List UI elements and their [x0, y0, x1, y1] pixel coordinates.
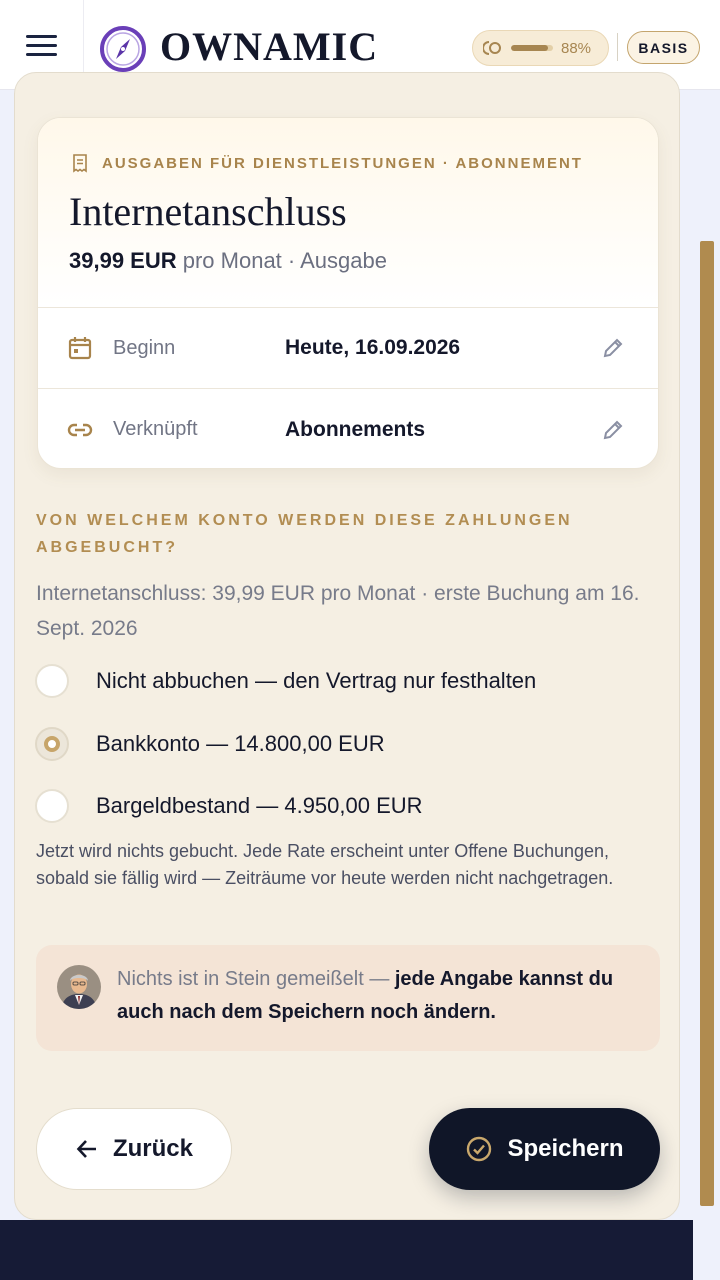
start-date-label: Beginn	[113, 336, 176, 359]
brand-text: OWNAMIC	[160, 23, 379, 69]
account-question-heading: VON WELCHEM KONTO WERDEN DIESE ZAHLUNGEN…	[36, 512, 573, 556]
advisor-tip-text: Nichts ist in Stein gemeißelt — jede Ang…	[117, 963, 637, 1029]
hamburger-menu-icon	[26, 34, 57, 38]
brand-name[interactable]: OWNAMIC	[160, 22, 378, 70]
start-date-row[interactable]: Beginn Heute, 16.09.2026	[38, 308, 658, 389]
arrow-left-icon	[76, 1140, 96, 1158]
option-label: Bankkonto — 14.800,00 EUR	[96, 731, 385, 756]
option-label: Bargeldbestand — 4.950,00 EUR	[96, 793, 423, 818]
advisor-tip: Nichts ist in Stein gemeißelt — jede Ang…	[36, 945, 660, 1051]
receipt-icon	[73, 154, 87, 173]
summary-card: AUSGABEN FÜR DIENSTLEISTUNGEN · ABONNEME…	[37, 117, 659, 469]
radio-button-selected[interactable]	[35, 727, 69, 761]
tip-lead: Nichts ist in Stein gemeißelt —	[117, 968, 395, 990]
amount-value: 39,99 EUR	[69, 248, 177, 273]
linked-label: Verknüpft	[113, 418, 198, 440]
amount-suffix: pro Monat · Ausgabe	[176, 248, 387, 273]
account-question-subtitle: Internetanschluss: 39,99 EUR pro Monat ·…	[36, 582, 640, 640]
header-divider	[617, 33, 618, 61]
compass-logo-icon[interactable]	[99, 25, 147, 73]
summary-card-header: AUSGABEN FÜR DIENSTLEISTUNGEN · ABONNEME…	[38, 118, 658, 308]
advisor-avatar	[57, 965, 101, 1009]
save-button[interactable]: Speichern	[429, 1108, 660, 1190]
radio-button[interactable]	[35, 664, 69, 698]
linked-row[interactable]: Verknüpft Abonnements	[38, 389, 658, 468]
progress-track	[511, 45, 553, 51]
option-no-debit[interactable]: Nicht abbuchen — den Vertrag nur festhal…	[35, 661, 655, 701]
plan-badge[interactable]: BASIS	[627, 31, 700, 64]
linked-value: Abonnements	[285, 417, 426, 441]
progress-percent: 88%	[561, 39, 592, 57]
option-bank-account[interactable]: Bankkonto — 14.800,00 EUR	[35, 724, 655, 764]
bottom-bar	[0, 1220, 693, 1280]
link-icon	[67, 423, 93, 436]
category-label: AUSGABEN FÜR DIENSTLEISTUNGEN · ABONNEME…	[102, 154, 583, 172]
edit-pencil-icon[interactable]	[600, 335, 626, 361]
booking-hint: Jetzt wird nichts gebucht. Jede Rate ers…	[36, 841, 614, 888]
edit-pencil-icon[interactable]	[600, 417, 626, 443]
scrollbar-thumb[interactable]	[700, 241, 714, 1206]
back-button-label: Zurück	[112, 1135, 193, 1162]
category-row: AUSGABEN FÜR DIENSTLEISTUNGEN · ABONNEME…	[70, 153, 583, 173]
start-date-value: Heute, 16.09.2026	[285, 336, 461, 359]
ring-progress-icon	[483, 41, 501, 55]
item-title: Internetanschluss	[69, 189, 347, 234]
progress-indicator[interactable]: 88%	[472, 30, 609, 66]
option-label: Nicht abbuchen — den Vertrag nur festhal…	[96, 668, 537, 693]
amount-row: 39,99 EUR pro Monat · Ausgabe	[69, 248, 387, 274]
form-panel: AUSGABEN FÜR DIENSTLEISTUNGEN · ABONNEME…	[14, 72, 680, 1220]
check-circle-icon	[467, 1136, 492, 1162]
option-cash[interactable]: Bargeldbestand — 4.950,00 EUR	[35, 786, 655, 826]
progress-fill	[511, 45, 548, 51]
calendar-icon	[68, 337, 92, 360]
save-button-label: Speichern	[507, 1135, 624, 1162]
back-button[interactable]: Zurück	[36, 1108, 232, 1190]
radio-button[interactable]	[35, 789, 69, 823]
